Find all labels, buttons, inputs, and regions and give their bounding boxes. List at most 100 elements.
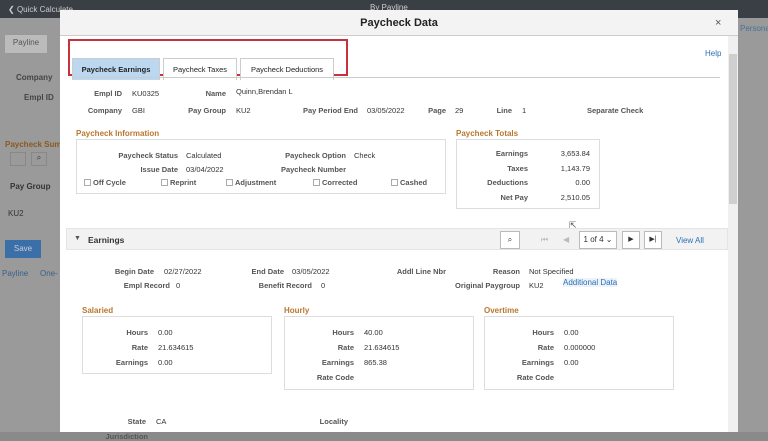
total-label: Earnings xyxy=(495,149,528,158)
overtime-hours-value: 0.00 xyxy=(564,328,579,337)
pay-period-end-value: 03/05/2022 xyxy=(367,106,405,115)
hourly-earnings-value: 865.38 xyxy=(364,358,387,367)
salaried-earnings-value: 0.00 xyxy=(158,358,173,367)
reprint-checkbox[interactable]: Reprint xyxy=(161,178,196,187)
grid-icon[interactable] xyxy=(10,152,26,166)
page-label: Page xyxy=(428,106,446,115)
personalize-link[interactable]: Personalize xyxy=(740,24,768,33)
overtime-rate-label: Rate xyxy=(537,343,554,352)
adjustment-checkbox[interactable]: Adjustment xyxy=(226,178,276,187)
save-button[interactable]: Save xyxy=(5,240,41,258)
name-value: Quinn,Brendan L xyxy=(236,87,293,96)
paycheck-option-label: Paycheck Option xyxy=(285,151,346,160)
reason-label: Reason xyxy=(492,267,520,276)
overtime-rate-value: 0.000000 xyxy=(564,343,596,352)
pay-period-end-label: Pay Period End xyxy=(302,106,358,115)
additional-data-link[interactable]: Additional Data xyxy=(563,278,618,287)
total-value: 2,510.05 xyxy=(560,192,590,202)
salaried-rate-label: Rate xyxy=(131,343,148,352)
overtime-title: Overtime xyxy=(484,306,519,315)
off-cycle-checkbox[interactable]: Off Cycle xyxy=(84,178,126,187)
empl-record-value: 0 xyxy=(176,281,181,290)
paycheck-data-dialog: Paycheck Data × Help Paycheck Earnings P… xyxy=(60,10,738,441)
addl-line-nbr-label: Addl Line Nbr xyxy=(396,267,446,276)
page-value: 29 xyxy=(455,106,464,115)
issue-date-value: 03/04/2022 xyxy=(186,165,224,174)
overtime-hours-label: Hours xyxy=(532,328,554,337)
previous-icon[interactable]: ◀ xyxy=(563,235,569,244)
line-label: Line xyxy=(496,106,512,115)
paycheck-option-value: Check xyxy=(354,151,376,160)
original-paygroup-value: KU2 xyxy=(529,281,544,290)
pager-value: 1 of 4 xyxy=(583,235,604,244)
total-value: 3,653.84 xyxy=(560,149,590,158)
salaried-title: Salaried xyxy=(82,306,114,315)
corrected-checkbox[interactable]: Corrected xyxy=(313,178,357,187)
total-value: 1,143.79 xyxy=(560,163,590,173)
pay-group-column: Pay Group xyxy=(10,182,51,191)
name-label: Name xyxy=(205,89,226,98)
pay-group-label: Pay Group xyxy=(188,106,226,115)
salaried-earnings-label: Earnings xyxy=(115,358,148,367)
view-all-link[interactable]: View All xyxy=(676,236,704,245)
jurisdiction-label: Jurisdiction xyxy=(105,432,148,441)
paycheck-status-label: Paycheck Status xyxy=(118,151,178,160)
overtime-earnings-label: Earnings xyxy=(521,358,554,367)
line-value: 1 xyxy=(522,106,527,115)
checkbox-label: Off Cycle xyxy=(93,178,126,187)
payline-link[interactable]: Payline xyxy=(2,269,28,278)
locality-label: Locality xyxy=(319,417,348,426)
hourly-hours-label: Hours xyxy=(332,328,354,337)
hourly-rate-code-label: Rate Code xyxy=(316,373,354,382)
paycheck-information-title: Paycheck Information xyxy=(76,129,160,138)
benefit-record-label: Benefit Record xyxy=(258,281,312,290)
end-date-value: 03/05/2022 xyxy=(292,267,330,276)
state-value: CA xyxy=(156,417,167,426)
hourly-title: Hourly xyxy=(284,306,310,315)
state-label: State xyxy=(127,417,146,426)
original-paygroup-label: Original Paygroup xyxy=(454,281,520,290)
company-value: GBI xyxy=(132,106,145,115)
company-label: Company xyxy=(16,73,53,82)
emplid-label: Empl ID xyxy=(94,89,122,98)
begin-date-label: Begin Date xyxy=(114,267,154,276)
hourly-rate-label: Rate xyxy=(337,343,354,352)
pay-group-value: KU2 xyxy=(8,209,24,218)
benefit-record-value: 0 xyxy=(321,281,326,290)
reason-value: Not Specified xyxy=(529,267,574,276)
scrollbar-thumb[interactable] xyxy=(729,54,737,204)
next-button[interactable]: ▶ xyxy=(622,231,640,249)
empl-record-label: Empl Record xyxy=(123,281,170,290)
checkbox-label: Reprint xyxy=(170,178,197,187)
paycheck-number-label: Paycheck Number xyxy=(280,165,346,174)
pager-select[interactable]: 1 of 4 ⌄ xyxy=(579,231,617,249)
last-page-button[interactable]: ▶| xyxy=(644,231,662,249)
total-label: Deductions xyxy=(487,178,528,187)
help-link[interactable]: Help xyxy=(705,49,721,58)
close-icon[interactable]: × xyxy=(715,17,721,29)
checkbox-label: Corrected xyxy=(322,178,358,187)
collapse-icon[interactable]: ▼ xyxy=(74,235,81,242)
end-date-label: End Date xyxy=(251,267,284,276)
salaried-hours-label: Hours xyxy=(126,328,148,337)
tab-payline[interactable]: Payline xyxy=(4,34,48,54)
emplid-label: Empl ID xyxy=(24,93,54,102)
search-icon[interactable]: ⌕ xyxy=(500,231,520,249)
paycheck-totals-title: Paycheck Totals xyxy=(456,129,519,138)
total-value: 0.00 xyxy=(575,178,590,187)
earnings-title: Earnings xyxy=(88,235,125,245)
total-label: Net Pay xyxy=(500,192,528,202)
hourly-hours-value: 40.00 xyxy=(364,328,383,337)
hourly-earnings-label: Earnings xyxy=(321,358,354,367)
checkbox-label: Cashed xyxy=(400,178,428,187)
paycheck-status-value: Calculated xyxy=(186,151,222,160)
salaried-hours-value: 0.00 xyxy=(158,328,173,337)
first-page-icon[interactable]: ⏮ xyxy=(541,235,548,245)
begin-date-value: 02/27/2022 xyxy=(164,267,202,276)
one-link[interactable]: One- xyxy=(40,269,58,278)
search-icon[interactable]: ⌕ xyxy=(31,152,47,166)
issue-date-label: Issue Date xyxy=(140,165,178,174)
cashed-checkbox[interactable]: Cashed xyxy=(391,178,427,187)
pay-group-value: KU2 xyxy=(236,106,251,115)
divider xyxy=(72,77,720,78)
